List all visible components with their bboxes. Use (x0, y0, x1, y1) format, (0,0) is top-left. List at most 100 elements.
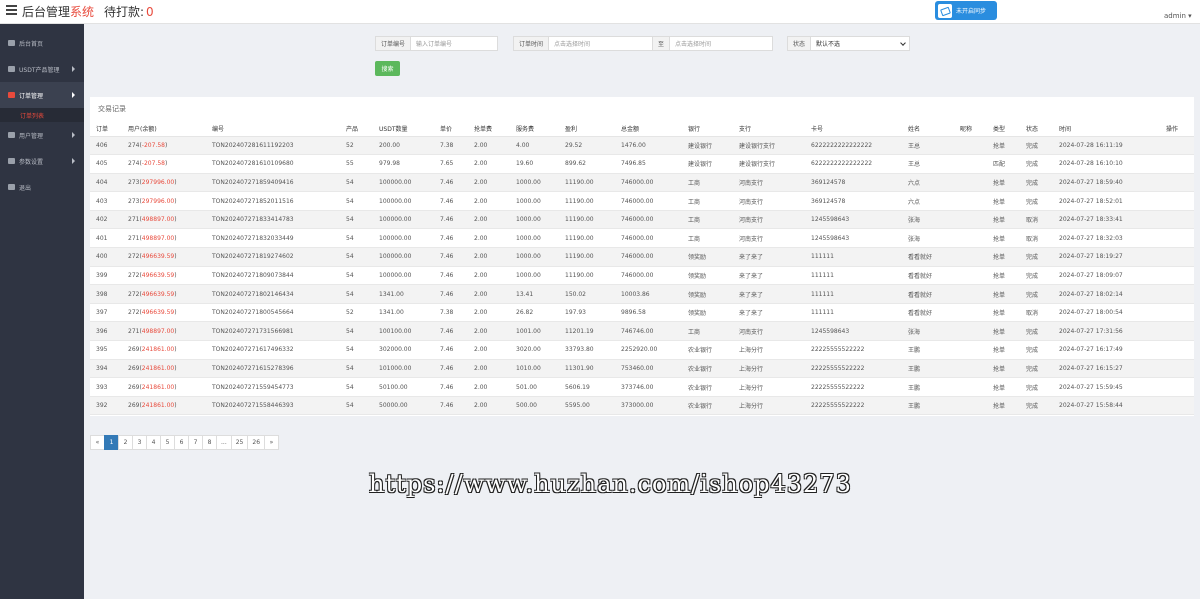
page-prev-button[interactable]: « (90, 435, 105, 450)
table-row[interactable]: 403 273(297996.00) TON202407271852011516 54… (90, 191, 1194, 211)
order-time-filter: 订单时间 点击选择时间 (513, 36, 653, 51)
user-balance: 241861.00 (141, 402, 175, 410)
cell-profit: 11190.00 (559, 210, 615, 230)
page-next-button[interactable]: » (264, 435, 280, 450)
column-header: 银行 (682, 121, 733, 137)
cell-service-fee: 1000.00 (510, 266, 559, 286)
cell-status: 完成 (1020, 396, 1053, 416)
status-select[interactable]: 默认不选 (811, 37, 909, 50)
user-balance: 496639.59 (141, 309, 175, 317)
table-row[interactable]: 392 269(241861.00) TON202407271558446393 54… (90, 396, 1194, 416)
sidebar-item-home[interactable]: 后台首页 (0, 30, 84, 56)
cell-profit: 11190.00 (559, 173, 615, 193)
table-row[interactable]: 396 271(498897.00) TON202407271731566981 54… (90, 321, 1194, 342)
sync-toggle-button[interactable]: 未开启同步 (935, 1, 997, 20)
cell-type: 抢单 (987, 284, 1020, 304)
cell-profit: 11190.00 (559, 191, 615, 211)
cell-op (1160, 396, 1194, 416)
cell-type: 抢单 (987, 321, 1020, 342)
cell-user-balance: 269(241861.00) (122, 340, 206, 360)
search-button[interactable]: 搜索 (375, 61, 400, 76)
order-no-input[interactable]: 输入订单编号 (411, 37, 497, 50)
cell-type: 抢单 (987, 228, 1020, 249)
user-id: 271( (128, 327, 142, 335)
order-no-label: 订单编号 (376, 37, 412, 50)
cell-type: 抢单 (987, 396, 1020, 416)
cell-type: 抢单 (987, 340, 1020, 360)
cell-status: 完成 (1020, 321, 1053, 342)
sidebar-subitem-order-list[interactable]: 订单列表 (0, 108, 84, 122)
sidebar-item-users[interactable]: 用户管理 (0, 122, 84, 148)
cell-user-balance: 272(496639.59) (122, 266, 206, 286)
cell-id: 395 (90, 340, 122, 360)
pagination: «1 2 3 4 5 6 7 8... 25 26» (90, 435, 280, 450)
cell-status: 取消 (1020, 303, 1053, 323)
table-row[interactable]: 406 274(-207.58) TON202407281611192203 52 20… (90, 136, 1194, 156)
page-button[interactable]: 4 (146, 435, 161, 450)
cell-total: 746000.00 (615, 173, 682, 193)
cell-price: 7.46 (434, 210, 468, 230)
table-row[interactable]: 393 269(241861.00) TON202407271559454773 54… (90, 377, 1194, 397)
sidebar-item-logout[interactable]: 退出 (0, 174, 84, 200)
cell-card: 22225555522222 (805, 396, 902, 416)
user-icon (8, 132, 15, 138)
page-button[interactable]: ... (216, 435, 232, 450)
page-button[interactable]: 2 (118, 435, 133, 450)
page-button[interactable]: 7 (188, 435, 203, 450)
page-button[interactable]: 25 (230, 435, 249, 450)
cell-name: 张海 (902, 210, 954, 230)
cell-user-balance: 269(241861.00) (122, 396, 206, 416)
cell-user-balance: 274(-207.58) (122, 154, 206, 174)
user-menu[interactable]: admin ▾ (1164, 12, 1192, 20)
cell-nick (954, 191, 987, 211)
table-row[interactable]: 394 269(241861.00) TON202407271615278396 54… (90, 359, 1194, 379)
table-row[interactable]: 405 274(-207.58) TON202407281610109680 55 97… (90, 154, 1194, 174)
table-row[interactable]: 404 273(297996.00) TON202407271859409416 54… (90, 173, 1194, 193)
sidebar-item-orders[interactable]: 订单管理 (0, 82, 84, 108)
cell-usdt: 50100.00 (373, 377, 434, 397)
cell-name: 张海 (902, 321, 954, 342)
cell-type: 抢单 (987, 210, 1020, 230)
cell-nick (954, 321, 987, 342)
page-button[interactable]: 6 (174, 435, 189, 450)
chevron-right-icon (72, 92, 75, 98)
table-row[interactable]: 399 272(496639.59) TON202407271809073844 54… (90, 266, 1194, 286)
time-end-input[interactable]: 点击选择时间 (670, 37, 772, 50)
page-button[interactable]: 5 (160, 435, 175, 450)
time-start-input[interactable]: 点击选择时间 (549, 37, 652, 50)
cell-bank: 领奖励 (682, 303, 733, 323)
cell-grab-fee: 2.00 (468, 284, 510, 304)
user-balance: 297996.00 (141, 197, 175, 205)
cell-no: TON202407271558446393 (206, 396, 340, 416)
cell-product: 54 (340, 247, 373, 267)
sidebar-item-usdt-products[interactable]: USDT产品管理 (0, 56, 84, 82)
user-balance: 297996.00 (141, 178, 175, 186)
menu-toggle-icon[interactable] (6, 5, 17, 15)
chevron-right-icon (72, 158, 75, 164)
user-id: 274( (128, 141, 142, 149)
cell-no: TON202407271819274602 (206, 247, 340, 267)
cell-usdt: 100000.00 (373, 228, 434, 249)
cell-no: TON202407271731566981 (206, 321, 340, 342)
user-balance: -207.58 (141, 141, 165, 149)
page-button[interactable]: 26 (247, 435, 266, 450)
page-button[interactable]: 3 (132, 435, 147, 450)
cell-grab-fee: 2.00 (468, 377, 510, 397)
table-row[interactable]: 401 271(498897.00) TON202407271832033449 54… (90, 228, 1194, 249)
column-header: 姓名 (902, 121, 954, 137)
cell-status: 完成 (1020, 377, 1053, 397)
table-row[interactable]: 398 272(496639.59) TON202407271802146434 54… (90, 284, 1194, 304)
table-row[interactable]: 395 269(241861.00) TON202407271617496332 54… (90, 340, 1194, 360)
table-row[interactable]: 402 271(498897.00) TON202407271833414783 54… (90, 210, 1194, 230)
page-button[interactable]: 8 (202, 435, 217, 450)
table-row[interactable]: 397 272(496639.59) TON202407271800545664 52… (90, 303, 1194, 323)
page-button[interactable]: 1 (104, 435, 119, 450)
user-balance: 496639.59 (141, 253, 175, 261)
cell-price: 7.46 (434, 247, 468, 267)
column-header: 总金额 (615, 121, 682, 137)
table-row[interactable]: 400 272(496639.59) TON202407271819274602 54… (90, 247, 1194, 267)
cell-grab-fee: 2.00 (468, 340, 510, 360)
cell-price: 7.46 (434, 266, 468, 286)
sidebar-item-settings[interactable]: 参数设置 (0, 148, 84, 174)
column-header: 产品 (340, 121, 373, 137)
